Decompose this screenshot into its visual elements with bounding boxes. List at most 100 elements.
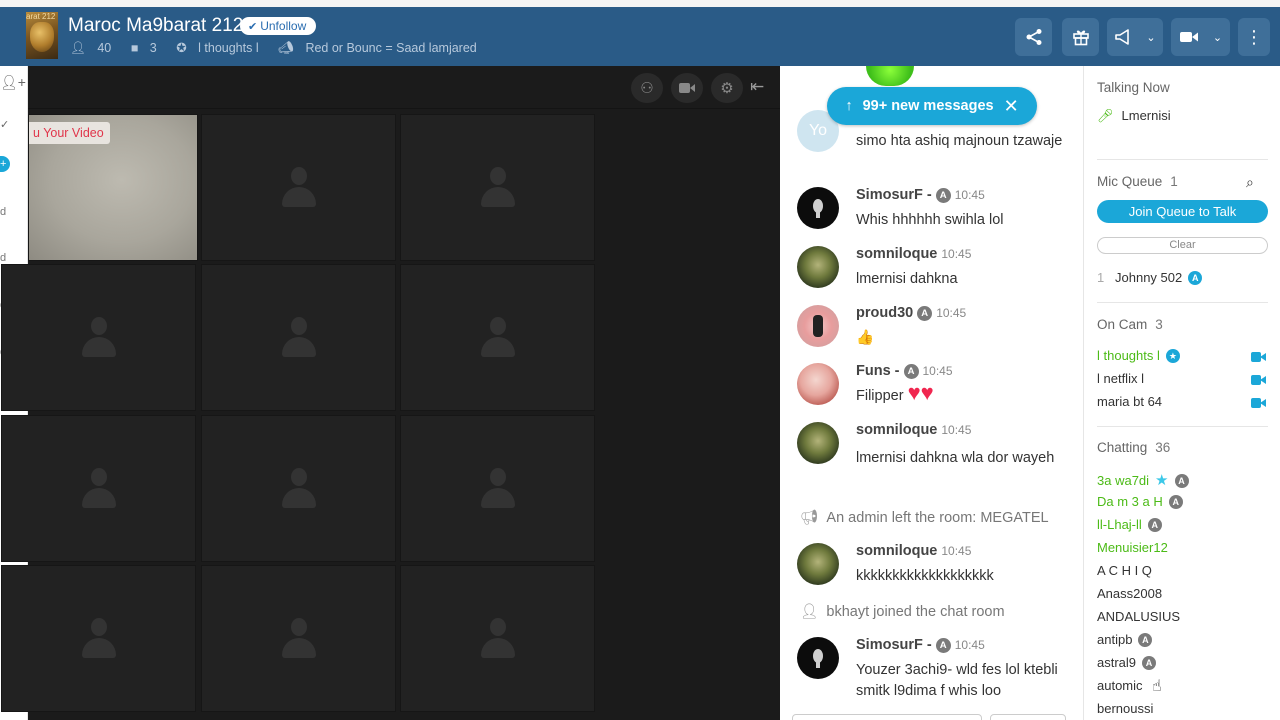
message-time: 10:45 [941, 247, 972, 261]
message-author[interactable]: SimosurF - A 10:45 [856, 187, 985, 203]
video-tile[interactable] [201, 264, 396, 411]
on-cam-user[interactable]: maria bt 64 [1097, 394, 1162, 409]
video-tile[interactable] [400, 415, 595, 562]
room-title: Maroc Ma9barat 212 [68, 15, 244, 36]
user-avatar[interactable] [797, 305, 839, 347]
add-user-icon[interactable]: 👤︎+ [0, 74, 26, 91]
more-icon: ⋮ [1245, 26, 1263, 47]
chatting-user[interactable]: astral9 A [1097, 655, 1157, 670]
user-avatar[interactable] [797, 363, 839, 405]
settings-button[interactable]: ⚙ [711, 73, 743, 103]
video-tile[interactable] [1, 415, 196, 562]
top-strip [0, 0, 1280, 7]
admin-badge: A [917, 306, 933, 321]
video-tile-self[interactable]: u Your Video [28, 114, 198, 261]
message-author[interactable]: Funs - A 10:45 [856, 363, 953, 379]
cams-count: ■ 3 [130, 41, 157, 55]
gift-button[interactable] [1062, 18, 1099, 56]
user-avatar[interactable] [797, 187, 839, 229]
chatting-user[interactable]: ll-Lhaj-ll A [1097, 517, 1162, 532]
share-button[interactable] [1015, 18, 1052, 56]
video-tile[interactable] [1, 565, 196, 712]
admin-badge: A [1142, 656, 1157, 670]
video-camera-icon [1179, 32, 1198, 42]
message-author[interactable]: somniloque 10:45 [856, 543, 971, 559]
admin-badge: A [1168, 495, 1183, 509]
user-sidebar: Talking Now 🎤︎ Lmernisi Mic Queue 1 ⌕ Join… [1085, 66, 1280, 720]
user-placeholder-icon [81, 617, 116, 660]
chatting-user[interactable]: bernoussi [1097, 701, 1153, 716]
user-avatar[interactable] [797, 543, 839, 585]
camera-button[interactable]: ⌄ [1171, 18, 1230, 56]
video-tile[interactable] [201, 415, 396, 562]
on-cam-user[interactable]: l netflix l [1097, 371, 1144, 386]
join-queue-button[interactable]: Join Queue to Talk [1097, 200, 1268, 223]
message-author[interactable]: somniloque 10:45 [856, 422, 971, 438]
chatting-user[interactable]: Menuisier12 [1097, 540, 1168, 555]
gift-icon [1072, 30, 1089, 46]
your-video-label: u Your Video [29, 122, 110, 144]
host-name[interactable]: ✪ l thoughts l [176, 41, 266, 55]
camera-icon[interactable] [1251, 375, 1267, 385]
new-messages-button[interactable]: ↑ 99+ new messages ✕ [827, 87, 1037, 125]
user-avatar[interactable] [797, 637, 839, 679]
user-avatar[interactable] [797, 246, 839, 288]
chatting-user[interactable]: 3a wa7di ★ A [1097, 471, 1189, 489]
add-icon[interactable]: + [0, 156, 10, 172]
left-text: d [0, 206, 7, 218]
mic-queue-heading: Mic Queue 1 [1097, 174, 1178, 189]
people-button[interactable]: ⚇ [631, 73, 663, 103]
message-author[interactable]: proud30 A 10:45 [856, 305, 966, 321]
send-button[interactable] [990, 714, 1066, 720]
room-avatar[interactable]: arat 212 [26, 12, 58, 59]
video-area: ⚇ ⚙ ⇤ u Your Video [1, 66, 780, 720]
on-cam-user[interactable]: l thoughts l ★ [1097, 348, 1180, 363]
message-time: 10:45 [941, 423, 972, 437]
admin-badge: A [935, 188, 951, 203]
video-tile[interactable] [400, 114, 595, 261]
gear-icon: ⚙ [720, 80, 734, 97]
chatting-user[interactable]: A C H I Q [1097, 563, 1152, 578]
admin-badge: A [1147, 518, 1162, 532]
green-emoji-image [866, 66, 914, 86]
user-placeholder-icon [281, 617, 316, 660]
more-button[interactable]: ⋮ [1238, 18, 1270, 56]
video-tile[interactable] [201, 114, 396, 261]
user-avatar[interactable] [797, 422, 839, 464]
message-time: 10:45 [941, 544, 972, 558]
video-tile[interactable] [400, 264, 595, 411]
camera-toggle-button[interactable] [671, 73, 703, 103]
message-author[interactable]: SimosurF - A 10:45 [856, 637, 985, 653]
message-author[interactable]: somniloque 10:45 [856, 246, 971, 262]
video-tile[interactable] [1, 264, 196, 411]
chatting-user[interactable]: antipb A [1097, 632, 1153, 647]
camera-icon[interactable] [1251, 398, 1267, 408]
chatting-user[interactable]: Da m 3 a HA [1097, 494, 1183, 509]
talking-user[interactable]: 🎤︎ Lmernisi [1097, 108, 1171, 124]
arrow-up-icon: ↑ [845, 98, 853, 114]
clear-button[interactable]: Clear [1097, 237, 1268, 254]
user-placeholder-icon [281, 166, 316, 209]
queue-item[interactable]: 1 Johnny 502 A [1097, 270, 1203, 285]
search-icon[interactable]: ⌕ [1246, 174, 1254, 191]
chatting-heading: Chatting 36 [1097, 440, 1171, 455]
message-time: 10:45 [936, 306, 967, 320]
chatting-user[interactable]: automic [1097, 678, 1143, 693]
chatting-user[interactable]: ANDALUSIUS [1097, 609, 1180, 624]
chat-panel[interactable]: Yo simo hta ashiq majnoun tzawaje ↑ 99+ … [780, 66, 1084, 720]
camera-icon[interactable] [1251, 352, 1267, 362]
video-tile[interactable] [400, 565, 595, 712]
chatting-user[interactable]: Anass2008 [1097, 586, 1162, 601]
unfollow-button[interactable]: ✔ Unfollow [240, 17, 317, 35]
divider [1097, 159, 1268, 160]
broadcast-button[interactable]: ⌄ [1107, 18, 1163, 56]
collapse-icon[interactable]: ⇤ [750, 77, 764, 97]
video-tile[interactable] [201, 565, 396, 712]
chat-input[interactable] [792, 714, 982, 720]
user-icon: 👤︎ [70, 41, 90, 55]
close-icon[interactable]: ✕ [1004, 96, 1019, 117]
chevron-down-icon: ⌄ [1212, 31, 1223, 44]
message-text: kkkkkkkkkkkkkkkkkkk [856, 568, 994, 584]
chevron-down-icon: ⌄ [1146, 31, 1156, 44]
message-text: Whis hhhhhh swihla lol [856, 212, 1004, 228]
